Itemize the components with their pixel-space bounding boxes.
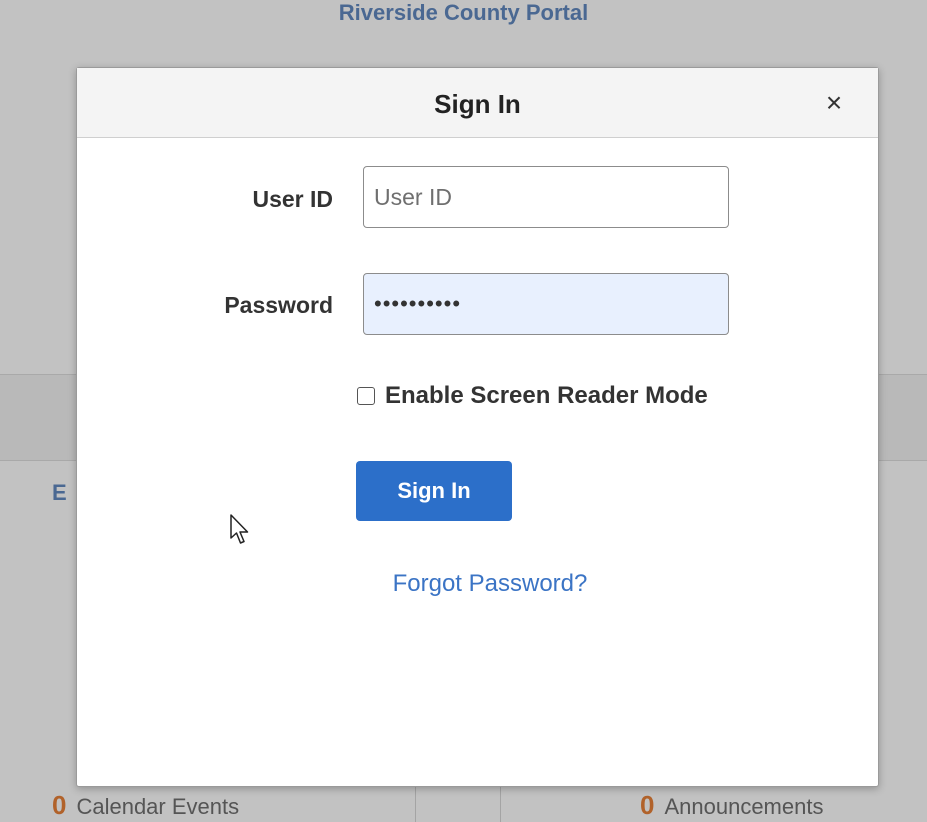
user-id-label: User ID: [252, 186, 333, 212]
screen-reader-checkbox[interactable]: [357, 387, 375, 405]
background-section-heading: E: [52, 480, 67, 505]
screen-reader-label: Enable Screen Reader Mode: [385, 382, 708, 409]
announcements-tile[interactable]: 0 Announcements: [640, 790, 823, 821]
portal-title: Riverside County Portal: [338, 0, 589, 25]
sign-in-button[interactable]: Sign In: [356, 461, 512, 521]
calendar-events-label: Calendar Events: [76, 794, 240, 819]
dialog-title: Sign In: [434, 89, 521, 119]
forgot-password-link[interactable]: Forgot Password?: [77, 570, 903, 598]
announcements-count: 0: [640, 790, 655, 820]
dialog-header: Sign In ×: [77, 68, 878, 138]
password-input[interactable]: [363, 273, 729, 335]
mouse-cursor-icon: [230, 514, 249, 544]
calendar-events-count: 0: [52, 790, 67, 820]
screen-reader-option[interactable]: Enable Screen Reader Mode: [357, 382, 708, 410]
announcements-label: Announcements: [664, 794, 824, 819]
calendar-events-tile[interactable]: 0 Calendar Events: [52, 790, 239, 821]
sign-in-dialog: Sign In × User ID Password Enable Screen…: [76, 67, 879, 787]
close-icon[interactable]: ×: [819, 88, 849, 118]
user-id-input[interactable]: [363, 166, 729, 228]
password-label: Password: [224, 292, 333, 318]
